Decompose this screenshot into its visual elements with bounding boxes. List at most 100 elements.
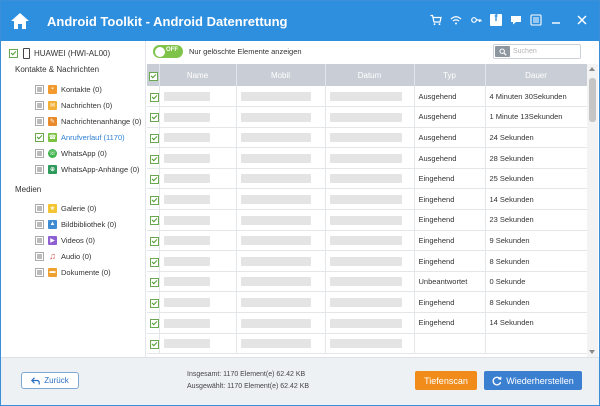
table-row[interactable]: Unbeantwortet 0 Sekunde bbox=[147, 271, 587, 293]
row-checkbox[interactable] bbox=[150, 278, 158, 288]
sidebar-item-call-log[interactable]: ☎ Anrufverlauf (1170) bbox=[35, 130, 125, 144]
item-checkbox[interactable] bbox=[35, 100, 44, 110]
table-row[interactable]: Ausgehend 24 Sekunden bbox=[147, 127, 587, 149]
restore-button[interactable]: Wiederherstellen bbox=[484, 371, 582, 390]
column-header-mobile[interactable]: Mobil bbox=[236, 64, 326, 86]
column-header-name[interactable]: Name bbox=[159, 64, 237, 86]
row-checkbox-cell[interactable] bbox=[147, 147, 160, 169]
column-header-date[interactable]: Datum bbox=[325, 64, 415, 86]
table-row[interactable]: Eingehend 25 Sekunden bbox=[147, 168, 587, 190]
redacted-mobile bbox=[240, 318, 311, 328]
cart-icon[interactable] bbox=[429, 13, 443, 27]
menu-icon[interactable] bbox=[529, 13, 543, 27]
sidebar-item-whatsapp-attachments[interactable]: ⊕ WhatsApp-Anhänge (0) bbox=[35, 162, 139, 176]
row-checkbox[interactable] bbox=[150, 319, 158, 329]
cell-date bbox=[325, 86, 415, 108]
sidebar-item-whatsapp[interactable]: ☏ WhatsApp (0) bbox=[35, 146, 107, 160]
table-row[interactable]: Eingehend 8 Sekunden bbox=[147, 291, 587, 314]
table-row[interactable]: Eingehend 14 Sekunden bbox=[147, 188, 587, 211]
close-icon[interactable] bbox=[575, 13, 589, 27]
item-checkbox[interactable] bbox=[35, 116, 44, 126]
deleted-only-toggle[interactable]: OFF bbox=[153, 45, 183, 58]
table-row[interactable]: Eingehend 14 Sekunden bbox=[147, 312, 587, 334]
row-checkbox-cell[interactable] bbox=[147, 106, 160, 128]
row-checkbox[interactable] bbox=[150, 216, 158, 226]
sidebar-item-messages[interactable]: ✉ Nachrichten (0) bbox=[35, 98, 112, 112]
sidebar-item-audio[interactable]: ♫ Audio (0) bbox=[35, 249, 91, 263]
table-row[interactable]: Eingehend 8 Sekunden bbox=[147, 250, 587, 272]
cell-type: Eingehend bbox=[414, 291, 486, 314]
home-icon[interactable] bbox=[9, 10, 31, 32]
search-input[interactable] bbox=[513, 46, 577, 57]
column-header-duration[interactable]: Dauer bbox=[485, 64, 587, 86]
row-checkbox-cell[interactable] bbox=[147, 188, 160, 211]
title-bar-icons: f bbox=[423, 13, 589, 27]
scroll-up-arrow-icon[interactable] bbox=[589, 67, 595, 71]
row-checkbox[interactable] bbox=[150, 236, 158, 246]
column-header-type[interactable]: Typ bbox=[414, 64, 486, 86]
deep-scan-button[interactable]: Tiefenscan bbox=[415, 371, 477, 390]
row-checkbox[interactable] bbox=[150, 257, 158, 267]
item-checkbox[interactable] bbox=[35, 84, 44, 94]
image-library-icon: ▲ bbox=[48, 219, 57, 229]
table-row[interactable]: Ausgehend 1 Minute 13Sekunden bbox=[147, 106, 587, 128]
row-checkbox-cell[interactable] bbox=[147, 230, 160, 252]
device-row[interactable]: HUAWEI (HWI-AL00) bbox=[9, 45, 110, 61]
row-checkbox[interactable] bbox=[150, 339, 158, 349]
item-checkbox[interactable] bbox=[35, 235, 44, 245]
table-row[interactable]: Eingehend 23 Sekunden bbox=[147, 209, 587, 231]
sidebar-item-message-attachments[interactable]: ✎ Nachrichtenanhänge (0) bbox=[35, 114, 141, 128]
row-checkbox-cell[interactable] bbox=[147, 271, 160, 293]
cell-date bbox=[325, 127, 415, 149]
sidebar-item-gallery[interactable]: ★ Galerie (0) bbox=[35, 201, 96, 215]
chat-icon[interactable] bbox=[509, 13, 523, 27]
item-checkbox[interactable] bbox=[35, 267, 44, 277]
item-checkbox[interactable] bbox=[35, 219, 44, 229]
item-checkbox[interactable] bbox=[35, 148, 44, 158]
device-checkbox[interactable] bbox=[9, 48, 18, 58]
item-checkbox[interactable] bbox=[35, 203, 44, 213]
row-checkbox[interactable] bbox=[150, 133, 158, 143]
cell-name bbox=[159, 188, 237, 211]
row-checkbox[interactable] bbox=[150, 298, 158, 308]
row-checkbox[interactable] bbox=[150, 113, 158, 123]
row-checkbox-cell[interactable] bbox=[147, 168, 160, 190]
sidebar-item-image-library[interactable]: ▲ Bildbibliothek (0) bbox=[35, 217, 116, 231]
row-checkbox[interactable] bbox=[150, 92, 158, 102]
key-icon[interactable] bbox=[469, 13, 483, 27]
row-checkbox-cell[interactable] bbox=[147, 291, 160, 314]
back-button[interactable]: Zurück bbox=[21, 372, 79, 389]
select-all-checkbox[interactable] bbox=[149, 71, 159, 81]
row-checkbox[interactable] bbox=[150, 175, 158, 185]
row-checkbox[interactable] bbox=[150, 154, 158, 164]
row-checkbox-cell[interactable] bbox=[147, 127, 160, 149]
row-checkbox[interactable] bbox=[150, 195, 158, 205]
cell-type: Unbeantwortet bbox=[414, 271, 486, 293]
wifi-icon[interactable] bbox=[449, 13, 463, 27]
item-checkbox[interactable] bbox=[35, 132, 44, 142]
table-row[interactable] bbox=[147, 333, 587, 355]
header-select-all[interactable] bbox=[147, 64, 160, 86]
scroll-down-arrow-icon[interactable] bbox=[589, 350, 595, 354]
row-checkbox-cell[interactable] bbox=[147, 250, 160, 272]
cell-duration: 8 Sekunden bbox=[485, 250, 587, 272]
row-checkbox-cell[interactable] bbox=[147, 333, 160, 355]
redacted-name bbox=[163, 174, 210, 184]
sidebar-item-contacts[interactable]: ▪ Kontakte (0) bbox=[35, 82, 102, 96]
facebook-icon[interactable]: f bbox=[489, 13, 503, 27]
row-checkbox-cell[interactable] bbox=[147, 86, 160, 108]
minimize-icon[interactable] bbox=[549, 13, 563, 27]
scroll-thumb[interactable] bbox=[589, 78, 596, 122]
search-icon[interactable] bbox=[495, 46, 510, 57]
redacted-name bbox=[163, 215, 210, 225]
table-row[interactable]: Eingehend 9 Sekunden bbox=[147, 230, 587, 252]
table-row[interactable]: Ausgehend 4 Minuten 30Sekunden bbox=[147, 86, 587, 108]
row-checkbox-cell[interactable] bbox=[147, 312, 160, 334]
vertical-scrollbar[interactable] bbox=[587, 64, 598, 357]
item-checkbox[interactable] bbox=[35, 164, 44, 174]
item-checkbox[interactable] bbox=[35, 251, 44, 261]
sidebar-item-documents[interactable]: ▬ Dokumente (0) bbox=[35, 265, 111, 279]
table-row[interactable]: Ausgehend 28 Sekunden bbox=[147, 147, 587, 169]
sidebar-item-videos[interactable]: ▶ Videos (0) bbox=[35, 233, 95, 247]
row-checkbox-cell[interactable] bbox=[147, 209, 160, 231]
